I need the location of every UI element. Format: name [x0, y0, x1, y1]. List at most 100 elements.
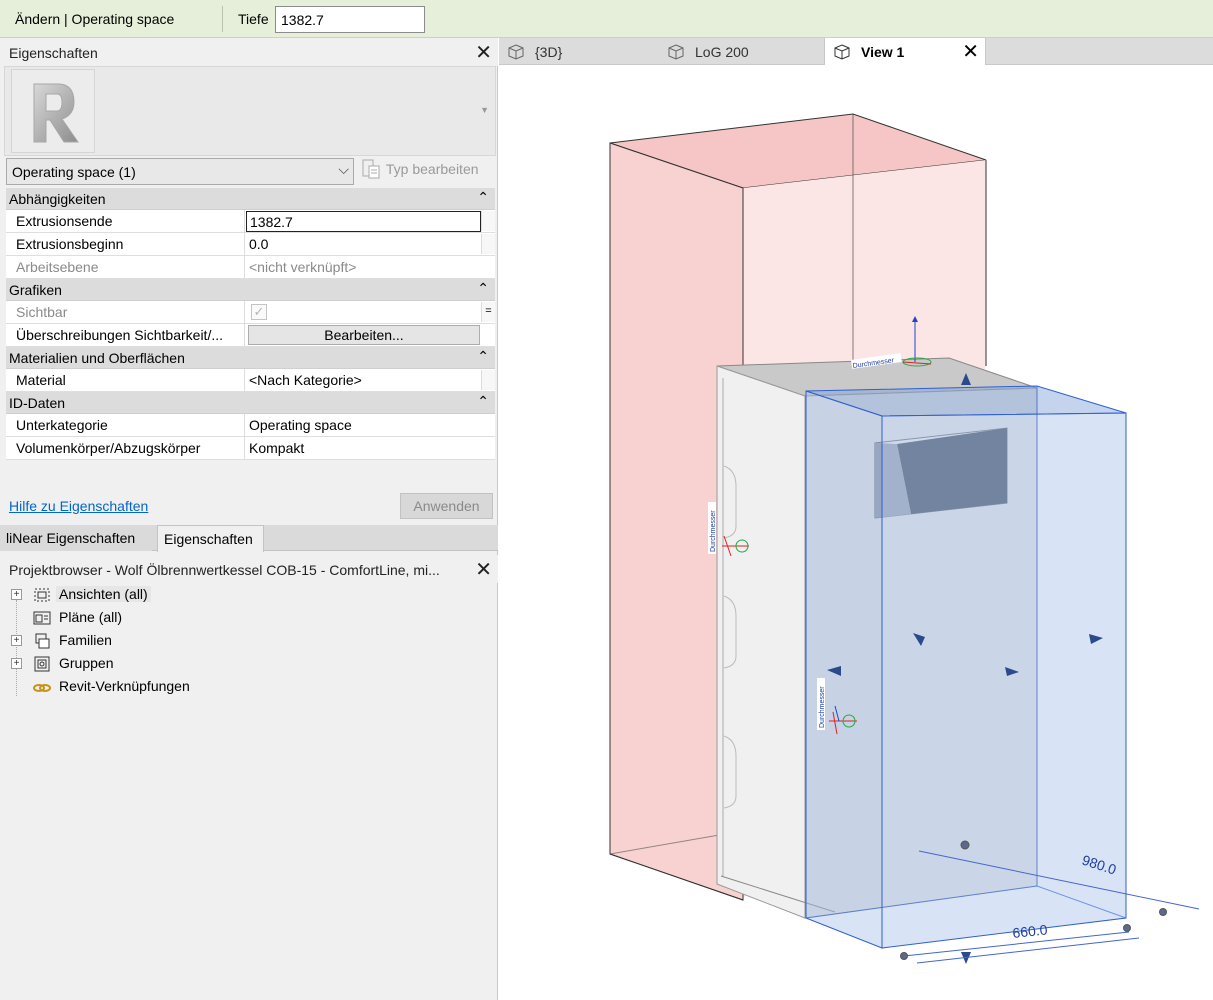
families-icon: [35, 633, 50, 649]
views-icon: [34, 588, 50, 602]
panel-tabs: liNear Eigenschaften Eigenschaften: [0, 525, 498, 552]
property-name: Volumenkörper/Abzugskörper: [6, 437, 245, 459]
expand-icon[interactable]: +: [11, 635, 22, 646]
type-selector-value: Operating space (1): [12, 164, 136, 180]
type-preview[interactable]: ▼: [4, 66, 496, 156]
tab-label: View 1: [861, 44, 905, 60]
view-area: {3D} LoG 200 View 1 ✕ 980.0 660.0 Durchm…: [499, 38, 1213, 1000]
subcategory-field[interactable]: Operating space: [246, 414, 481, 436]
associate-parameter-button[interactable]: [481, 211, 495, 231]
help-link[interactable]: Hilfe zu Eigenschaften: [9, 498, 148, 514]
property-name: Überschreibungen Sichtbarkeit/...: [6, 324, 245, 346]
3d-viewport[interactable]: 980.0 660.0 Durchmesser Durchmesser Durc…: [499, 66, 1213, 1000]
connector-label: Durchmesser: [819, 686, 826, 728]
property-row: Sichtbar ✓ =: [6, 301, 495, 324]
tab-label: LoG 200: [695, 44, 749, 60]
view-tabs: {3D} LoG 200 View 1 ✕: [499, 38, 1213, 65]
revit-logo-icon: [11, 69, 95, 153]
tab-eigenschaften[interactable]: Eigenschaften: [157, 525, 264, 552]
project-browser-tree: + Ansichten (all) Pläne (all) + Familien: [0, 583, 498, 698]
edit-type-icon: [362, 159, 380, 179]
3d-view-icon: [834, 44, 850, 60]
chevron-down-icon: ⌵: [338, 161, 349, 177]
property-name: Sichtbar: [6, 301, 245, 323]
edit-visibility-button[interactable]: Bearbeiten...: [248, 325, 480, 345]
category-label: Materialien und Oberflächen: [9, 350, 185, 366]
tree-item-familien[interactable]: + Familien: [0, 629, 498, 652]
close-icon[interactable]: ✕: [475, 40, 492, 65]
preview-dropdown-icon[interactable]: ▼: [480, 105, 489, 115]
depth-input[interactable]: [275, 6, 425, 33]
3d-view-icon: [508, 44, 524, 60]
collapse-icon[interactable]: ⌃: [477, 189, 489, 206]
dimension-width[interactable]: 660.0: [1012, 921, 1049, 941]
collapse-icon[interactable]: ⌃: [477, 393, 489, 410]
tree-item-label: Revit-Verknüpfungen: [59, 678, 190, 694]
edit-type-label: Typ bearbeiten: [385, 161, 479, 177]
tree-item-label: Pläne (all): [59, 609, 123, 625]
extrusion-end-field[interactable]: 1382.7: [246, 211, 481, 232]
depth-label: Tiefe: [238, 11, 269, 27]
tree-item-gruppen[interactable]: + Gruppen: [0, 652, 498, 675]
type-selector[interactable]: Operating space (1) ⌵: [6, 158, 354, 185]
tab-linear-eigenschaften[interactable]: liNear Eigenschaften: [0, 525, 152, 551]
edit-type-button[interactable]: Typ bearbeiten: [360, 158, 479, 185]
tab-label: {3D}: [535, 44, 563, 60]
blue-clearance-box: [805, 385, 1127, 949]
properties-title: Eigenschaften: [9, 45, 98, 61]
property-row: Arbeitsebene <nicht verknüpft>: [6, 256, 495, 279]
property-row: Material <Nach Kategorie>: [6, 369, 495, 392]
mode-label: Ändern | Operating space: [15, 11, 175, 27]
tree-item-plaene[interactable]: Pläne (all): [0, 606, 498, 629]
collapse-icon[interactable]: ⌃: [477, 348, 489, 365]
work-plane-value: <nicht verknüpft>: [249, 259, 357, 275]
collapse-icon[interactable]: ⌃: [477, 280, 489, 297]
property-name: Arbeitsebene: [6, 256, 245, 278]
associate-parameter-button[interactable]: [481, 370, 495, 390]
sheets-icon: [33, 611, 51, 625]
project-browser-title: Projektbrowser - Wolf Ölbrennwertkessel …: [9, 562, 440, 578]
property-name: Unterkategorie: [6, 414, 245, 436]
tree-item-label: Ansichten (all): [56, 586, 151, 602]
tab-view-1[interactable]: View 1 ✕: [824, 38, 986, 65]
tab-log-200[interactable]: LoG 200: [659, 38, 824, 65]
connector-label: Durchmesser: [710, 510, 717, 552]
apply-button[interactable]: Anwenden: [400, 493, 493, 519]
expand-icon[interactable]: +: [11, 658, 22, 669]
tab-3d-view[interactable]: {3D}: [499, 38, 659, 65]
associate-parameter-button[interactable]: =: [481, 302, 495, 322]
close-icon[interactable]: ✕: [475, 557, 492, 582]
material-field[interactable]: <Nach Kategorie>: [246, 369, 481, 391]
tree-item-revit-links[interactable]: Revit-Verknüpfungen: [0, 675, 498, 698]
close-icon[interactable]: ✕: [962, 39, 979, 64]
property-row: Extrusionsende 1382.7: [6, 210, 495, 233]
property-row: Volumenkörper/Abzugskörper Kompakt: [6, 437, 495, 460]
category-label: Abhängigkeiten: [9, 191, 106, 207]
3d-view-icon: [668, 44, 684, 60]
groups-icon: [34, 656, 50, 672]
tree-item-label: Familien: [59, 632, 112, 648]
extrusion-start-field[interactable]: 0.0: [246, 233, 481, 255]
category-abhaengigkeiten[interactable]: Abhängigkeiten ⌃: [6, 188, 495, 210]
category-grafiken[interactable]: Grafiken ⌃: [6, 279, 495, 301]
property-name: Extrusionsende: [6, 210, 245, 232]
properties-grid: Abhängigkeiten ⌃ Extrusionsende 1382.7 E…: [6, 188, 495, 460]
property-name: Extrusionsbeginn: [6, 233, 245, 255]
property-row: Überschreibungen Sichtbarkeit/... Bearbe…: [6, 324, 495, 347]
expand-icon[interactable]: +: [11, 589, 22, 600]
project-browser-header: Projektbrowser - Wolf Ölbrennwertkessel …: [0, 555, 498, 583]
solid-void-field[interactable]: Kompakt: [246, 437, 481, 459]
left-panel: Eigenschaften ✕ ▼ Operating space (1) ⌵: [0, 38, 498, 1000]
category-label: ID-Daten: [9, 395, 66, 411]
associate-parameter-button[interactable]: [481, 234, 495, 254]
tree-item-label: Gruppen: [59, 655, 114, 671]
options-separator: [222, 6, 223, 32]
category-label: Grafiken: [9, 282, 62, 298]
property-row: Extrusionsbeginn 0.0: [6, 233, 495, 256]
properties-header: Eigenschaften ✕: [0, 38, 498, 66]
category-materialien[interactable]: Materialien und Oberflächen ⌃: [6, 347, 495, 369]
link-icon: [33, 684, 51, 692]
visible-checkbox: ✓: [251, 304, 267, 320]
category-id-daten[interactable]: ID-Daten ⌃: [6, 392, 495, 414]
tree-item-ansichten[interactable]: + Ansichten (all): [0, 583, 498, 606]
